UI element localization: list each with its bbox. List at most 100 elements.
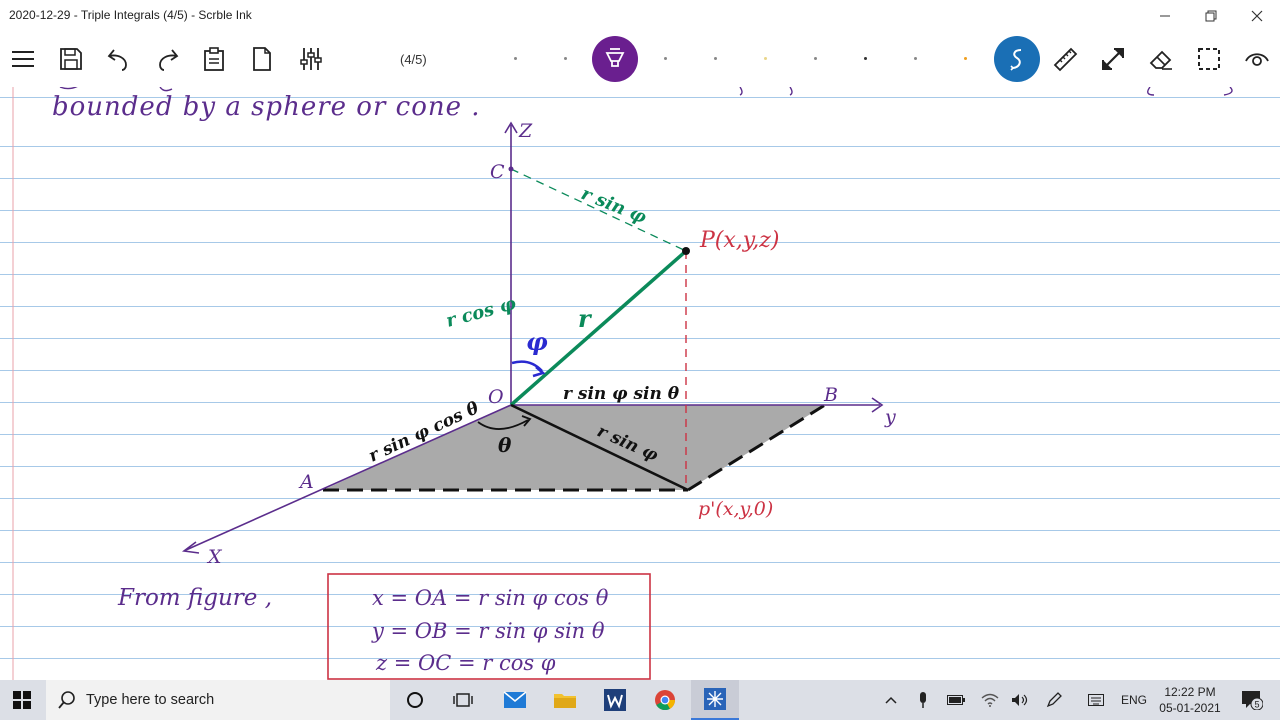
label-r: r — [578, 304, 593, 333]
ruler-button[interactable] — [1046, 40, 1084, 78]
point-p — [682, 247, 690, 255]
wifi-tray-button[interactable] — [978, 680, 1002, 720]
color-dot[interactable] — [964, 57, 967, 60]
separator-dot — [514, 57, 517, 60]
toolbar: (4/5) — [0, 32, 1280, 87]
chrome-app-button[interactable] — [641, 680, 689, 720]
color-dot[interactable] — [714, 57, 717, 60]
clipboard-icon — [204, 47, 224, 71]
search-placeholder: Type here to search — [86, 692, 215, 708]
pen-workspace-icon — [1046, 692, 1062, 708]
label-theta: θ — [498, 433, 512, 457]
touch-keyboard-button[interactable] — [1084, 680, 1108, 720]
chrome-icon — [655, 690, 676, 711]
redo-icon — [159, 49, 179, 71]
fullscreen-button[interactable] — [1094, 40, 1132, 78]
scrble-ink-icon — [704, 688, 726, 710]
point-c-label: C — [490, 161, 505, 183]
view-button[interactable] — [1238, 40, 1276, 78]
task-view-icon — [453, 693, 473, 707]
minimize-icon — [1160, 15, 1170, 17]
scrble-ink-app-button[interactable] — [691, 680, 739, 720]
axis-z-label: Z — [518, 120, 533, 142]
restore-button[interactable] — [1188, 0, 1234, 32]
eraser-icon — [1149, 50, 1172, 70]
folder-icon — [554, 694, 576, 708]
volume-tray-button[interactable] — [1008, 680, 1032, 720]
ink-canvas[interactable]: bounded by a sphere or cone . Z y X C O … — [0, 87, 1280, 680]
pen-workspace-button[interactable] — [1042, 680, 1066, 720]
save-icon — [60, 48, 82, 70]
label-r-sin-phi-sin-theta: r sin φ sin θ — [563, 384, 680, 404]
point-p-label: P(x,y,z) — [699, 228, 779, 253]
lasso-button[interactable] — [994, 36, 1040, 82]
equation-z: z = OC = r cos φ — [375, 651, 556, 675]
taskbar-search[interactable]: Type here to search — [46, 680, 390, 720]
close-button[interactable] — [1234, 0, 1280, 32]
from-figure-text: From figure , — [117, 585, 272, 611]
save-button[interactable] — [52, 40, 90, 78]
battery-tray-button[interactable] — [944, 680, 968, 720]
equation-y: y = OB = r sin φ sin θ — [371, 619, 605, 643]
color-dot[interactable] — [764, 57, 767, 60]
expand-icon — [1102, 48, 1124, 70]
microphone-tray-button[interactable] — [912, 680, 934, 720]
speaker-icon — [1012, 694, 1028, 706]
windows-logo-icon — [13, 691, 31, 709]
notification-center-button[interactable]: 5 — [1234, 680, 1270, 720]
ruler-icon — [1053, 47, 1078, 72]
point-o-label: O — [488, 386, 504, 408]
phi-arc-arrow — [532, 366, 546, 378]
color-dot[interactable] — [814, 57, 817, 60]
lasso-icon — [1010, 49, 1022, 71]
minimize-button[interactable] — [1142, 0, 1188, 32]
highlighter-pen-button[interactable] — [592, 36, 638, 82]
point-b-label: B — [823, 384, 838, 406]
clock-time: 12:22 PM — [1164, 685, 1216, 699]
mail-app-button[interactable] — [491, 680, 539, 720]
language-indicator[interactable]: ENG — [1118, 680, 1150, 720]
word-icon — [604, 689, 626, 711]
word-app-button[interactable] — [591, 680, 639, 720]
label-phi: φ — [526, 327, 548, 356]
note-drawing: bounded by a sphere or cone . Z y X C O … — [12, 87, 1233, 680]
label-r-cos-phi: r cos φ — [444, 293, 519, 332]
clock[interactable]: 12:22 PM 05-01-2021 — [1150, 684, 1230, 716]
note-top-line: bounded by a sphere or cone . — [52, 92, 481, 122]
notification-count: 5 — [1254, 700, 1259, 710]
new-page-button[interactable] — [243, 40, 281, 78]
pen-icon — [605, 48, 625, 67]
redo-button[interactable] — [148, 40, 186, 78]
task-view-button[interactable] — [439, 680, 487, 720]
menu-button[interactable] — [4, 40, 42, 78]
undo-icon — [107, 49, 127, 71]
sliders-icon — [300, 48, 322, 70]
notification-icon: 5 — [1242, 691, 1263, 710]
color-dot[interactable] — [864, 57, 867, 60]
file-explorer-button[interactable] — [541, 680, 589, 720]
close-icon — [1251, 10, 1263, 22]
wifi-icon — [981, 693, 999, 707]
undo-button[interactable] — [100, 40, 138, 78]
menu-icon — [12, 51, 34, 67]
chevron-up-icon — [885, 696, 897, 704]
show-hidden-icons-button[interactable] — [880, 680, 902, 720]
battery-icon — [947, 695, 965, 705]
eraser-button[interactable] — [1142, 40, 1180, 78]
axis-x-label: X — [206, 546, 223, 568]
settings-button[interactable] — [292, 40, 330, 78]
restore-icon — [1205, 10, 1217, 22]
equation-x: x = OA = r sin φ cos θ — [372, 586, 609, 610]
keyboard-icon — [1088, 694, 1104, 706]
select-button[interactable] — [1190, 40, 1228, 78]
color-dot[interactable] — [664, 57, 667, 60]
mail-icon — [503, 691, 527, 708]
paste-button[interactable] — [195, 40, 233, 78]
page-indicator: (4/5) — [400, 52, 427, 67]
cortana-button[interactable] — [391, 680, 439, 720]
clock-date: 05-01-2021 — [1159, 701, 1221, 715]
color-dot[interactable] — [914, 57, 917, 60]
window-title: 2020-12-29 - Triple Integrals (4/5) - Sc… — [9, 8, 252, 22]
start-button[interactable] — [0, 680, 44, 720]
point-a-label: A — [298, 471, 314, 493]
